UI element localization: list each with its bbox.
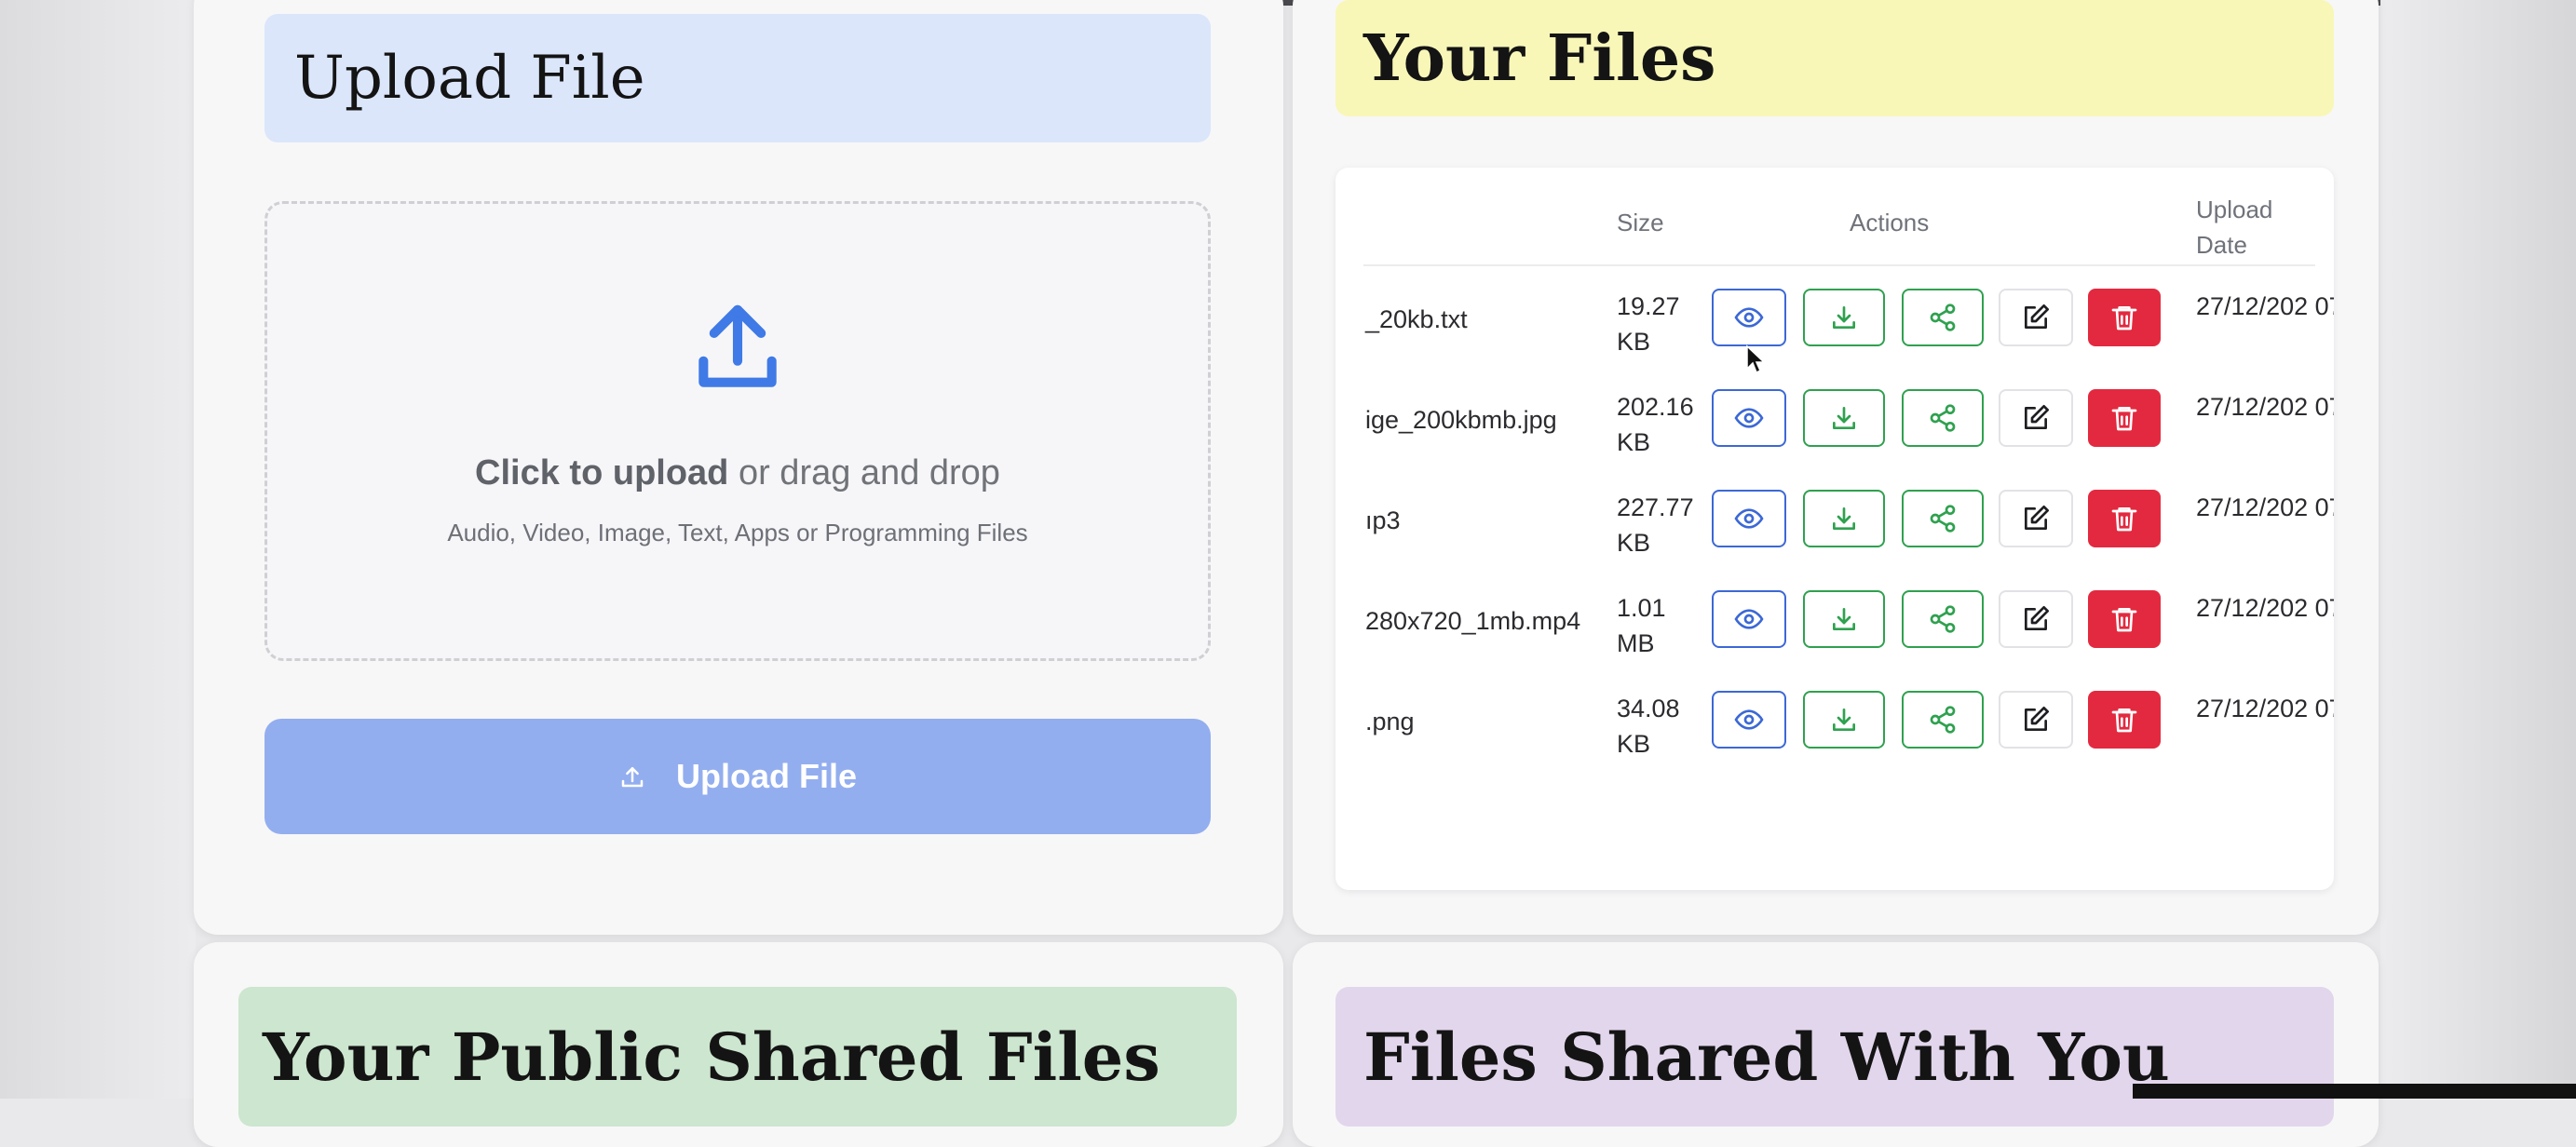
share-icon [1930, 404, 1956, 432]
your-files-title: Your Files [1335, 0, 2334, 116]
column-header-size: Size [1617, 209, 1664, 236]
file-name: .png [1365, 708, 1415, 735]
edit-icon [2025, 405, 2049, 429]
upload-date: 27/12/202 07:25:16 [2196, 594, 2334, 622]
download-icon [1833, 608, 1855, 630]
download-button[interactable] [1803, 490, 1885, 547]
upload-date: 27/12/202 07:25:07 [2196, 493, 2334, 521]
file-name: _20kb.txt [1365, 305, 1468, 333]
view-button[interactable] [1712, 389, 1786, 447]
edit-icon [2025, 707, 2049, 731]
drag-drop-text: or drag and drop [728, 453, 1000, 493]
trash-icon [2111, 608, 2137, 632]
table-row: 280x720_1mb.mp4 1.01 MB 27/12/202 07:25:… [1335, 572, 2334, 672]
right-backdrop [2380, 0, 2576, 1099]
eye-icon [1734, 508, 1764, 529]
file-size: 34.08 KB [1617, 695, 1680, 758]
delete-button[interactable] [2088, 691, 2161, 749]
file-dropzone[interactable]: Click to upload or drag and drop Audio, … [264, 201, 1211, 661]
trash-icon [2111, 306, 2137, 331]
share-button[interactable] [1902, 289, 1984, 346]
file-size: 202.16 KB [1617, 393, 1694, 456]
table-row: .png 34.08 KB 27/12/202 07:25:30 [1335, 672, 2334, 773]
share-icon [1930, 605, 1956, 633]
upload-date: 27/12/202 07:25:01 [2196, 393, 2334, 421]
share-button[interactable] [1902, 490, 1984, 547]
share-icon [1930, 304, 1956, 331]
bottom-overlay-bar [2133, 1084, 2576, 1099]
upload-section-title: Upload File [264, 14, 1211, 142]
file-name: 280x720_1mb.mp4 [1365, 607, 1581, 635]
file-size: 1.01 MB [1617, 594, 1666, 657]
edit-button[interactable] [1999, 389, 2073, 447]
delete-button[interactable] [2088, 389, 2161, 447]
download-icon [1833, 507, 1855, 530]
download-button[interactable] [1803, 389, 1885, 447]
file-name: ige_200kbmb.jpg [1365, 406, 1557, 434]
upload-card: Upload File Click to upload or drag and … [194, 0, 1283, 935]
upload-cloud-icon [698, 304, 777, 387]
delete-button[interactable] [2088, 590, 2161, 648]
column-header-upload-date: Upload Date [2196, 196, 2273, 259]
header-divider [1363, 264, 2315, 266]
share-icon [1930, 706, 1956, 734]
trash-icon [2111, 407, 2137, 431]
public-shared-files-card: Your Public Shared Files [194, 942, 1283, 1147]
view-button[interactable] [1712, 490, 1786, 547]
dropzone-title: Click to upload or drag and drop [267, 453, 1208, 493]
download-icon [1833, 407, 1855, 429]
upload-button-label: Upload File [675, 757, 857, 795]
view-button[interactable] [1712, 289, 1786, 346]
trash-icon [2111, 507, 2137, 532]
files-shared-with-you-card: Files Shared With You [1293, 942, 2379, 1147]
mouse-cursor-icon [1746, 344, 1766, 374]
edit-button[interactable] [1999, 490, 2073, 547]
upload-icon [621, 767, 644, 788]
share-button[interactable] [1902, 691, 1984, 749]
share-icon [1930, 505, 1956, 533]
file-size: 19.27 KB [1617, 292, 1680, 356]
eye-icon [1734, 709, 1764, 730]
table-row: ıp3 227.77 KB 27/12/202 07:25:07 [1335, 471, 2334, 572]
table-row: _20kb.txt 19.27 KB 27/12/202 07:24:49 [1335, 270, 2334, 371]
view-button[interactable] [1712, 590, 1786, 648]
edit-button[interactable] [1999, 590, 2073, 648]
file-name: ıp3 [1365, 506, 1401, 534]
dropzone-subtitle: Audio, Video, Image, Text, Apps or Progr… [447, 519, 1028, 547]
column-header-actions: Actions [1850, 209, 1930, 236]
share-button[interactable] [1902, 590, 1984, 648]
files-shared-with-you-title: Files Shared With You [1335, 987, 2334, 1127]
eye-icon [1734, 609, 1764, 629]
edit-icon [2025, 606, 2049, 630]
download-button[interactable] [1803, 691, 1885, 749]
delete-button[interactable] [2088, 289, 2161, 346]
download-icon [1833, 306, 1855, 329]
click-to-upload-link[interactable]: Click to upload [475, 453, 728, 493]
view-button[interactable] [1712, 691, 1786, 749]
your-files-card: Your Files Size Actions Upload Date _20k… [1293, 0, 2379, 935]
delete-button[interactable] [2088, 490, 2161, 547]
edit-button[interactable] [1999, 289, 2073, 346]
edit-icon [2025, 304, 2049, 329]
trash-icon [2111, 708, 2137, 733]
upload-date: 27/12/202 07:24:49 [2196, 292, 2334, 320]
edit-button[interactable] [1999, 691, 2073, 749]
download-icon [1833, 708, 1855, 731]
eye-icon [1734, 307, 1764, 328]
eye-icon [1734, 408, 1764, 428]
files-table[interactable]: Size Actions Upload Date _20kb.txt 19.27… [1335, 168, 2334, 890]
left-backdrop [0, 0, 196, 1099]
download-button[interactable] [1803, 289, 1885, 346]
file-size: 227.77 KB [1617, 493, 1694, 557]
download-button[interactable] [1803, 590, 1885, 648]
upload-file-button[interactable]: Upload File [264, 719, 1211, 834]
upload-date: 27/12/202 07:25:30 [2196, 695, 2334, 722]
edit-icon [2025, 506, 2049, 530]
share-button[interactable] [1902, 389, 1984, 447]
table-row: ige_200kbmb.jpg 202.16 KB 27/12/202 07:2… [1335, 371, 2334, 471]
public-shared-files-title: Your Public Shared Files [238, 987, 1237, 1127]
